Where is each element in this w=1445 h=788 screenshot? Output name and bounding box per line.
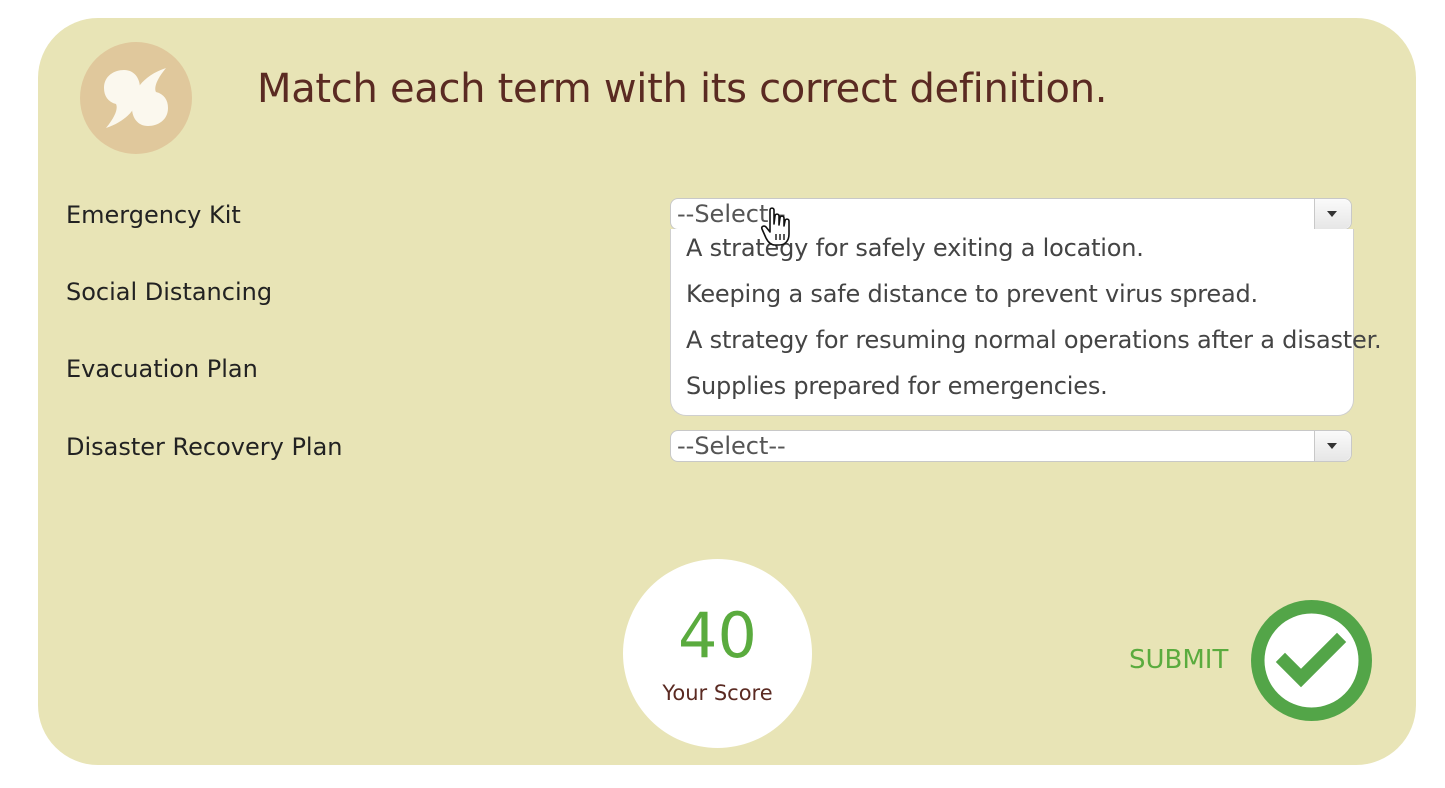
dropdown-option[interactable]: Keeping a safe distance to prevent virus… <box>686 280 1258 308</box>
term-label-disaster-recovery-plan: Disaster Recovery Plan <box>66 433 343 461</box>
term-label-social-distancing: Social Distancing <box>66 278 273 306</box>
dropdown-option[interactable]: Supplies prepared for emergencies. <box>686 372 1108 400</box>
submit-label[interactable]: SUBMIT <box>1129 645 1228 675</box>
term-label-emergency-kit: Emergency Kit <box>66 201 241 229</box>
dropdown-option[interactable]: A strategy for resuming normal operation… <box>686 326 1382 354</box>
quote-icon <box>80 42 192 154</box>
chevron-down-icon[interactable] <box>1314 431 1351 461</box>
select-value: --Select-- <box>677 432 786 460</box>
dropdown-option[interactable]: A strategy for safely exiting a location… <box>686 234 1144 262</box>
checkmark-icon[interactable] <box>1251 600 1372 721</box>
select-disaster-recovery-plan[interactable]: --Select-- <box>670 430 1352 462</box>
score-label: Your Score <box>662 681 773 705</box>
chevron-down-icon[interactable] <box>1314 199 1351 229</box>
page-title: Match each term with its correct definit… <box>257 66 1108 112</box>
score-circle: 40 Your Score <box>623 559 812 748</box>
score-value: 40 <box>678 599 757 672</box>
hand-cursor-icon <box>760 206 796 252</box>
term-label-evacuation-plan: Evacuation Plan <box>66 355 258 383</box>
dropdown-options-list: A strategy for safely exiting a location… <box>670 229 1382 416</box>
